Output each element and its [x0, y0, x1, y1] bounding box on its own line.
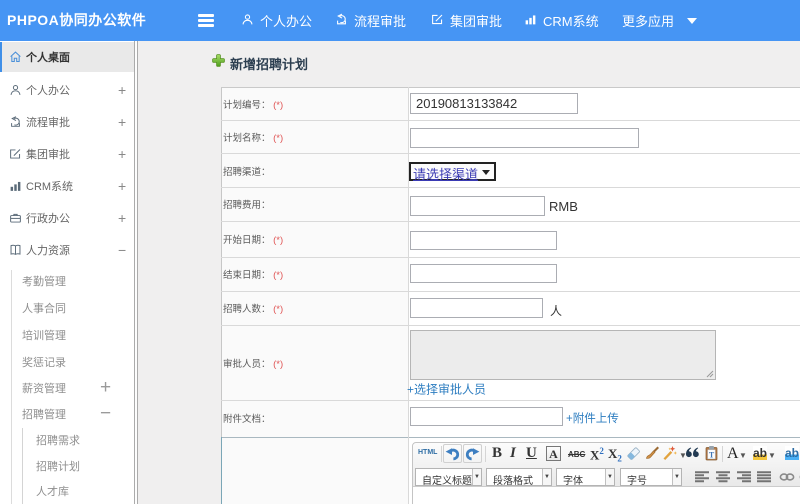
- svg-text:T: T: [709, 450, 715, 459]
